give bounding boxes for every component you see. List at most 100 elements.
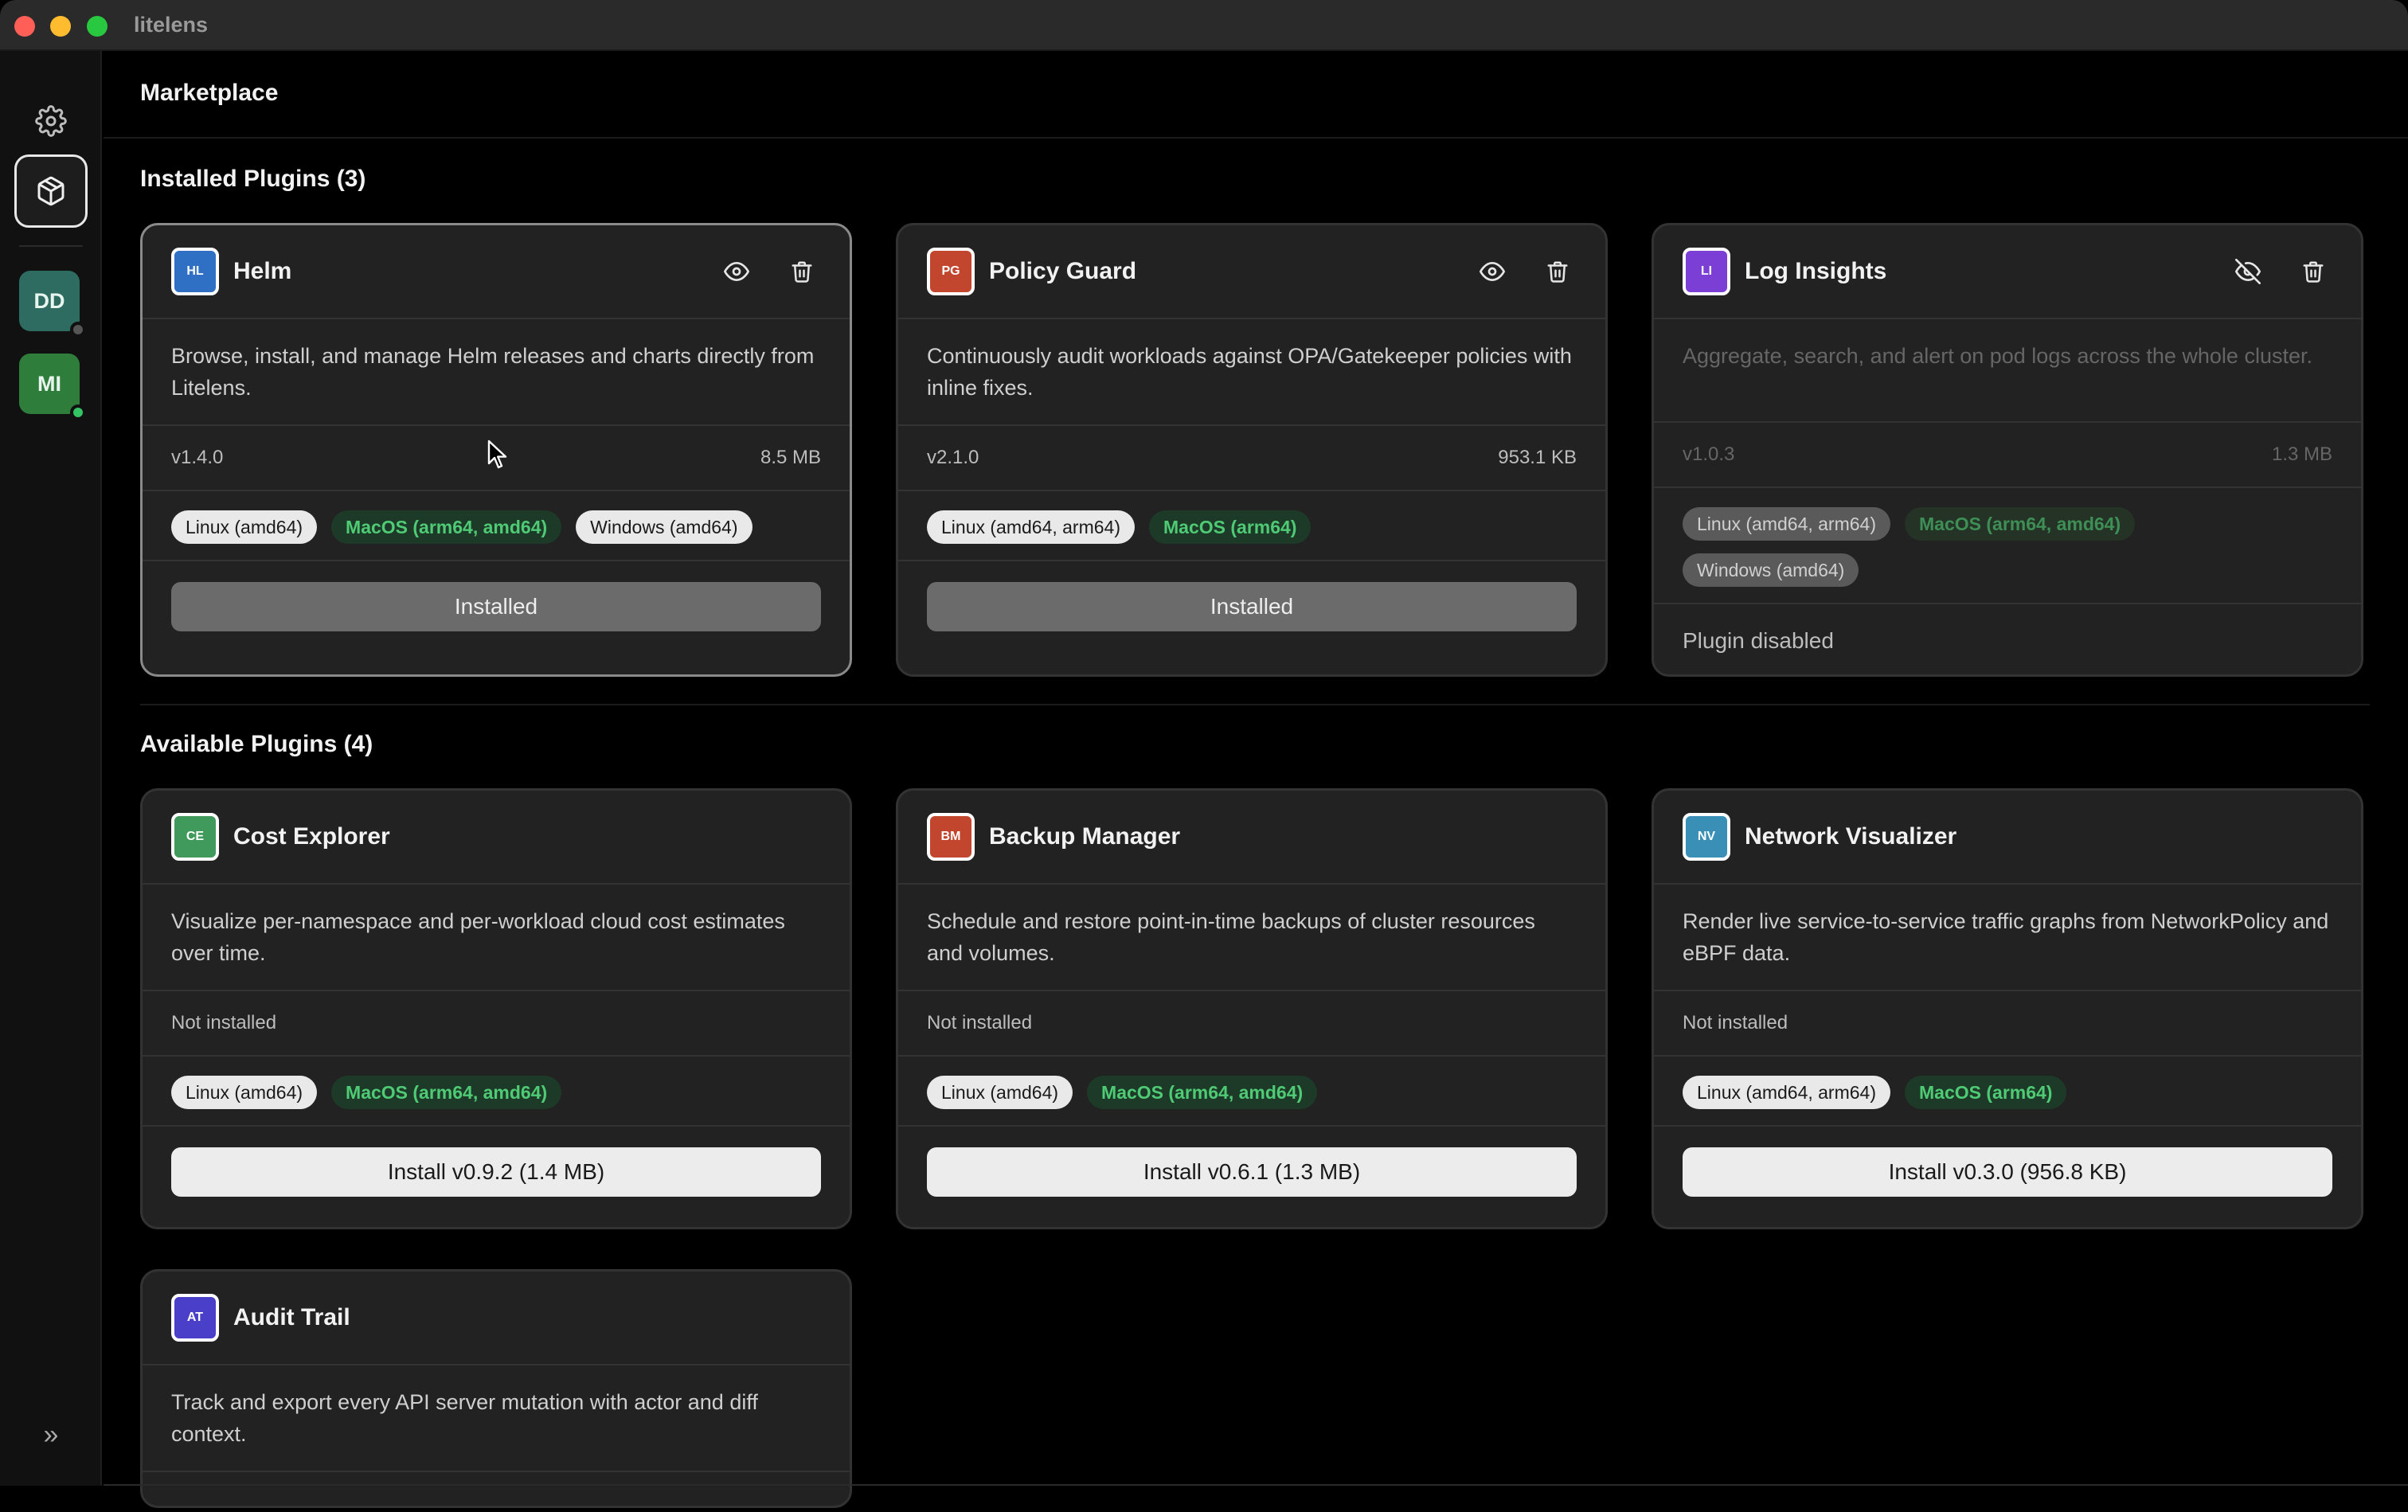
plugin-description: Track and export every API server mutati…	[143, 1365, 850, 1472]
eye-icon	[1480, 262, 1505, 281]
title-bar: litelens	[0, 0, 2408, 51]
eye-off-icon	[2235, 259, 2261, 284]
available-section-title: Available Plugins (4)	[140, 731, 373, 757]
app-title: litelens	[134, 13, 209, 37]
plugin-card-cost-explorer[interactable]: CE Cost Explorer Visualize per-namespace…	[140, 788, 852, 1229]
cluster-status-dot	[70, 404, 86, 420]
install-status: Not installed	[1683, 1012, 1788, 1033]
platform-tag: MacOS (arm64, amd64)	[1087, 1076, 1318, 1109]
plugin-description: Schedule and restore point-in-time backu…	[898, 885, 1605, 991]
app-window: litelens DD MI » Marketplace Installed P…	[0, 0, 2408, 1512]
plugin-card-policy-guard[interactable]: PG Policy Guard Continuously audit workl…	[896, 223, 1608, 677]
platform-tags: Linux (amd64, arm64) MacOS (arm64, amd64…	[1654, 488, 2361, 604]
platform-tags: Linux (amd64) MacOS (arm64, amd64) Windo…	[143, 491, 850, 561]
plugin-version: v1.0.3	[1683, 443, 1735, 465]
plugin-description: Browse, install, and manage Helm release…	[143, 319, 850, 426]
plugin-name: Network Visualizer	[1745, 823, 1957, 850]
installed-button[interactable]: Installed	[171, 582, 821, 631]
plugin-meta: Not installed	[143, 991, 850, 1057]
uninstall-button[interactable]	[2294, 252, 2332, 291]
card-header: BM Backup Manager	[898, 791, 1605, 885]
card-header: HL Helm	[143, 225, 850, 319]
platform-tag: MacOS (arm64, amd64)	[1905, 507, 2136, 541]
toggle-visibility-button[interactable]	[1473, 252, 1511, 291]
section-divider	[140, 704, 2370, 705]
plugin-logo: LI	[1683, 248, 1730, 295]
plugin-meta: Not installed	[1654, 991, 2361, 1057]
plugin-meta: Not installed	[898, 991, 1605, 1057]
install-status: Not installed	[927, 1012, 1033, 1033]
plugin-name: Log Insights	[1745, 258, 1887, 284]
plugin-logo: BM	[927, 813, 975, 861]
zoom-window-button[interactable]	[87, 16, 108, 37]
cluster-avatar-mi[interactable]: MI	[19, 354, 86, 420]
chevrons-right-icon: »	[43, 1419, 59, 1450]
uninstall-button[interactable]	[783, 252, 821, 291]
sidebar: DD MI »	[0, 51, 102, 1486]
card-header: CE Cost Explorer	[143, 791, 850, 885]
platform-tag: Linux (amd64, arm64)	[1683, 507, 1890, 541]
card-header: AT Audit Trail	[143, 1272, 850, 1365]
trash-icon	[792, 261, 812, 283]
platform-tag: Linux (amd64)	[171, 1076, 318, 1109]
plugin-size: 8.5 MB	[760, 447, 821, 468]
platform-tags: Linux (amd64, arm64) MacOS (arm64)	[898, 491, 1605, 561]
trash-icon	[1547, 261, 1568, 283]
cluster-initials: DD	[33, 288, 65, 313]
card-header: PG Policy Guard	[898, 225, 1605, 319]
card-header: NV Network Visualizer	[1654, 791, 2361, 885]
settings-button[interactable]	[14, 84, 88, 158]
platform-tag: Linux (amd64, arm64)	[1683, 1076, 1890, 1109]
minimize-window-button[interactable]	[50, 16, 71, 37]
toggle-visibility-button[interactable]	[717, 252, 756, 291]
mouse-pointer-icon	[487, 440, 507, 469]
plugin-size: 953.1 KB	[1498, 447, 1577, 468]
platform-tags: Linux (amd64, arm64) MacOS (arm64)	[1654, 1057, 2361, 1127]
uninstall-button[interactable]	[1538, 252, 1577, 291]
plugin-logo: CE	[171, 813, 219, 861]
package-icon	[37, 176, 64, 206]
plugin-size: 1.3 MB	[2271, 443, 2332, 465]
plugin-logo: PG	[927, 248, 975, 295]
plugin-version: v1.4.0	[171, 447, 224, 468]
plugin-description: Visualize per-namespace and per-workload…	[143, 885, 850, 991]
platform-tag: MacOS (arm64)	[1905, 1076, 2067, 1109]
marketplace-button[interactable]	[14, 154, 88, 228]
plugin-name: Helm	[233, 258, 292, 284]
scroll-area-edge	[104, 1484, 2408, 1486]
platform-tag: Linux (amd64, arm64)	[927, 510, 1135, 544]
page-header: Marketplace	[104, 51, 2408, 139]
plugin-description: Render live service-to-service traffic g…	[1654, 885, 2361, 991]
plugin-card-log-insights[interactable]: LI Log Insights Aggregate, search, and a…	[1652, 223, 2363, 677]
toggle-visibility-button[interactable]	[2229, 252, 2267, 291]
gear-icon	[35, 105, 67, 137]
plugin-logo: HL	[171, 248, 219, 295]
platform-tag: Linux (amd64)	[171, 510, 318, 544]
plugin-logo: AT	[171, 1294, 219, 1342]
platform-tag: MacOS (arm64, amd64)	[331, 510, 562, 544]
plugin-disabled-note: Plugin disabled	[1683, 628, 1834, 653]
cluster-avatar-dd[interactable]: DD	[19, 271, 86, 338]
plugin-card-backup-manager[interactable]: BM Backup Manager Schedule and restore p…	[896, 788, 1608, 1229]
plugin-card-audit-trail[interactable]: AT Audit Trail Track and export every AP…	[140, 1269, 852, 1508]
install-button[interactable]: Install v0.3.0 (956.8 KB)	[1683, 1147, 2332, 1197]
plugin-description: Aggregate, search, and alert on pod logs…	[1654, 319, 2361, 423]
installed-button[interactable]: Installed	[927, 582, 1577, 631]
plugin-description: Continuously audit workloads against OPA…	[898, 319, 1605, 426]
platform-tag: Windows (amd64)	[1683, 553, 1859, 587]
eye-icon	[724, 262, 749, 281]
platform-tag: Linux (amd64)	[927, 1076, 1073, 1109]
plugin-name: Policy Guard	[989, 258, 1137, 284]
close-window-button[interactable]	[14, 16, 35, 37]
plugin-meta: v1.0.3 1.3 MB	[1654, 423, 2361, 488]
platform-tags: Linux (amd64) MacOS (arm64, amd64)	[143, 1057, 850, 1127]
plugin-meta: v2.1.0 953.1 KB	[898, 426, 1605, 491]
install-button[interactable]: Install v0.6.1 (1.3 MB)	[927, 1147, 1577, 1197]
install-status: Not installed	[171, 1012, 277, 1033]
main-content: Marketplace Installed Plugins (3) HL Hel…	[104, 51, 2408, 1508]
expand-sidebar-button[interactable]: »	[32, 1416, 70, 1454]
plugin-name: Audit Trail	[233, 1304, 350, 1330]
install-button[interactable]: Install v0.9.2 (1.4 MB)	[171, 1147, 821, 1197]
plugin-card-network-visualizer[interactable]: NV Network Visualizer Render live servic…	[1652, 788, 2363, 1229]
plugin-name: Cost Explorer	[233, 823, 390, 850]
